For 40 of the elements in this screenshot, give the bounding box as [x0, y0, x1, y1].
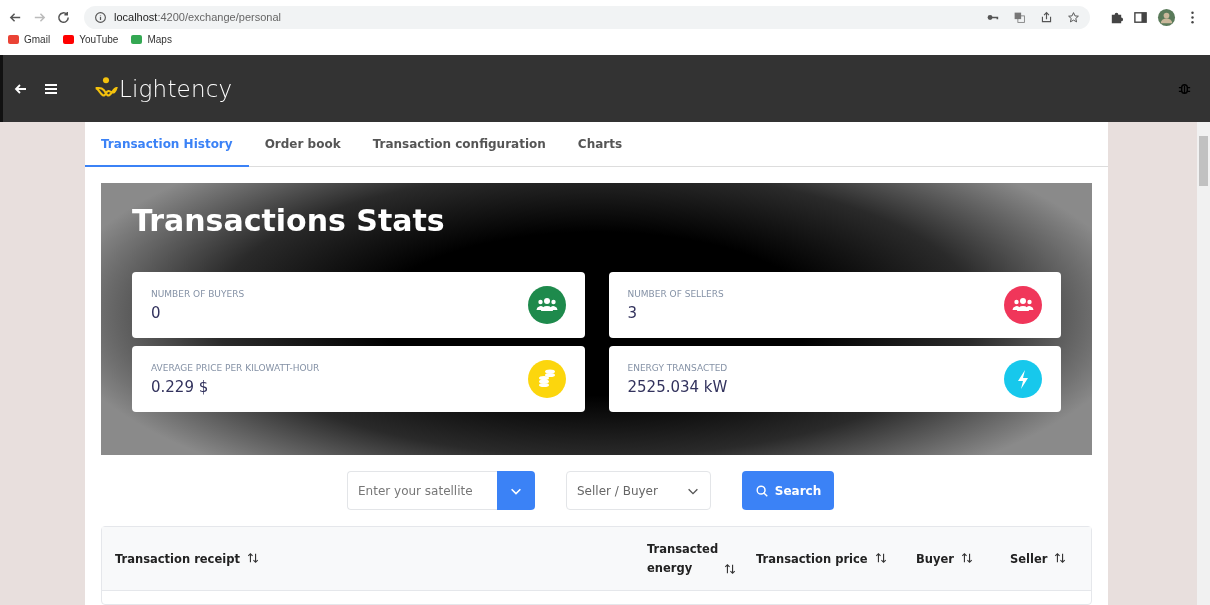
- stat-value: 0: [151, 303, 162, 322]
- column-header[interactable]: Buyer: [916, 551, 1010, 566]
- translate-icon[interactable]: [1013, 10, 1026, 24]
- sort-icon[interactable]: [1054, 551, 1067, 564]
- sort-icon[interactable]: [724, 562, 736, 575]
- sort-icon[interactable]: [960, 551, 973, 564]
- column-header[interactable]: Seller: [1010, 551, 1090, 566]
- bookmark[interactable]: YouTube: [63, 34, 119, 45]
- side-panel-icon[interactable]: [1133, 9, 1148, 25]
- column-header[interactable]: Transaction receipt: [115, 551, 647, 566]
- column-header[interactable]: Transaction price: [756, 551, 916, 566]
- stat-label: AVERAGE PRICE PER KILOWATT-HOUR: [151, 362, 321, 373]
- tab[interactable]: Transaction configuration: [356, 122, 562, 167]
- tab[interactable]: Order book: [248, 122, 357, 167]
- tab[interactable]: Charts: [561, 122, 639, 167]
- column-header[interactable]: Transacted energy: [647, 540, 756, 577]
- tab[interactable]: Transaction History: [85, 122, 249, 167]
- app-logo: Lightency: [119, 75, 233, 102]
- stat-label: NUMBER OF BUYERS: [151, 288, 246, 299]
- share-icon[interactable]: [1040, 10, 1053, 24]
- reload-icon[interactable]: [56, 9, 71, 25]
- stat-value: 2525.034 kW: [627, 377, 729, 396]
- scrollbar[interactable]: [1197, 122, 1210, 605]
- stat-label: ENERGY TRANSACTED: [627, 362, 729, 373]
- stat-label: NUMBER OF SELLERS: [627, 288, 725, 299]
- info-icon: [94, 10, 107, 24]
- stat-value: 3: [627, 303, 639, 322]
- sort-icon[interactable]: [874, 551, 887, 564]
- role-select[interactable]: Seller / Buyer: [566, 471, 711, 510]
- avatar-icon[interactable]: [1157, 7, 1176, 27]
- sort-icon[interactable]: [246, 551, 259, 564]
- bookmark[interactable]: Maps: [131, 34, 172, 45]
- satellite-field[interactable]: Enter your satellite: [347, 471, 497, 510]
- star-icon[interactable]: [1067, 10, 1080, 24]
- address-bar[interactable]: localhost:4200/exchange/personal: [84, 5, 1090, 29]
- stats-title: Transactions Stats: [132, 203, 446, 238]
- search-button[interactable]: Search: [742, 471, 834, 510]
- stat-value: 0.229 $: [151, 377, 210, 396]
- bookmark[interactable]: Gmail: [8, 34, 51, 45]
- search-icon: [754, 483, 769, 498]
